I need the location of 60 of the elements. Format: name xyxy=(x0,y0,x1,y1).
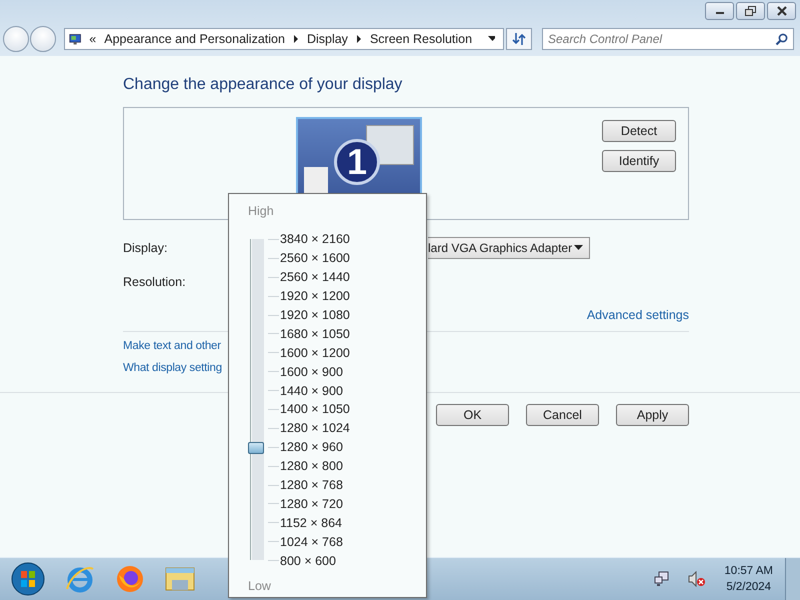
breadcrumb-item[interactable]: Display xyxy=(306,32,348,46)
dialog-button[interactable]: Apply xyxy=(616,404,689,426)
monitor-number: 1 xyxy=(334,139,380,185)
page-heading: Change the appearance of your display xyxy=(123,76,404,94)
dialog-button[interactable]: OK xyxy=(436,404,509,426)
resolution-option[interactable]: 1152 × 864 xyxy=(280,516,342,530)
speaker-muted-icon[interactable] xyxy=(688,571,706,587)
resolution-option[interactable]: 2560 × 1440 xyxy=(280,270,350,284)
monitor-icon xyxy=(69,32,82,46)
resolution-option[interactable]: 1680 × 1050 xyxy=(280,326,350,341)
resolution-option[interactable]: 1920 × 1080 xyxy=(280,308,350,322)
dialog-button[interactable]: Cancel xyxy=(526,404,599,426)
back-forward-buttons[interactable] xyxy=(3,26,56,52)
taskbar-clock[interactable]: 10:57 AM 5/2/2024 xyxy=(724,563,773,595)
help-link[interactable]: What display setting xyxy=(123,362,222,374)
preview-button[interactable]: Identify xyxy=(602,150,676,172)
resolution-option[interactable]: 800 × 600 xyxy=(280,554,336,568)
minimize-button[interactable] xyxy=(705,2,734,20)
breadcrumb-prefix: « xyxy=(89,32,96,46)
chevron-right-icon xyxy=(292,35,299,43)
resolution-option[interactable]: 1280 × 1024 xyxy=(280,421,350,436)
resolution-option[interactable]: 1280 × 720 xyxy=(280,496,343,511)
breadcrumb-item[interactable]: Screen Resolution xyxy=(370,32,472,46)
resolution-option[interactable]: 1024 × 768 xyxy=(280,534,343,549)
low-label: Low xyxy=(248,579,272,594)
display-dropdown[interactable]: lard VGA Graphics Adapter xyxy=(428,237,590,259)
high-label: High xyxy=(248,204,275,218)
resolution-option[interactable]: 2560 × 1600 xyxy=(280,251,350,266)
dropdown-arrow-icon[interactable] xyxy=(488,36,495,42)
breadcrumb-item[interactable]: Appearance and Personalization xyxy=(104,32,285,46)
start-button[interactable] xyxy=(10,561,46,597)
clock-time: 10:57 AM xyxy=(724,564,773,579)
resolution-option[interactable]: 1440 × 900 xyxy=(280,384,343,398)
field-label: Resolution: xyxy=(123,275,187,289)
resolution-option[interactable]: 1600 × 900 xyxy=(280,364,343,379)
help-link[interactable]: Make text and other xyxy=(123,340,221,352)
refresh-icon xyxy=(512,32,526,46)
close-button[interactable] xyxy=(767,2,796,20)
resolution-option[interactable]: 1920 × 1200 xyxy=(280,289,350,304)
close-icon xyxy=(776,6,788,16)
resolution-option[interactable]: 1600 × 1200 xyxy=(280,346,350,360)
advanced-settings-link[interactable]: Advanced settings xyxy=(586,308,689,322)
restore-icon xyxy=(744,6,756,16)
refresh-button[interactable] xyxy=(506,28,532,50)
search-field[interactable]: Search Control Panel xyxy=(542,28,794,50)
resolution-option[interactable]: 3840 × 2160 xyxy=(280,232,350,246)
network-icon[interactable] xyxy=(654,571,670,587)
address-bar[interactable]: « Appearance and Personalization Display Screen Resolution xyxy=(64,28,504,50)
search-icon xyxy=(775,33,788,46)
field-label: Display: xyxy=(123,241,168,255)
resolution-option[interactable]: 1280 × 960 xyxy=(280,440,343,454)
restore-button[interactable] xyxy=(736,2,765,20)
resolution-option[interactable]: 1400 × 1050 xyxy=(280,402,350,416)
slider-thumb[interactable] xyxy=(248,442,264,454)
clock-date: 5/2/2024 xyxy=(726,580,772,595)
resolution-option[interactable]: 1280 × 768 xyxy=(280,478,343,492)
preview-button[interactable]: Detect xyxy=(602,120,676,142)
resolution-option[interactable]: 1280 × 800 xyxy=(280,459,343,474)
dropdown-arrow-icon xyxy=(574,245,583,251)
chevron-right-icon xyxy=(356,35,362,43)
